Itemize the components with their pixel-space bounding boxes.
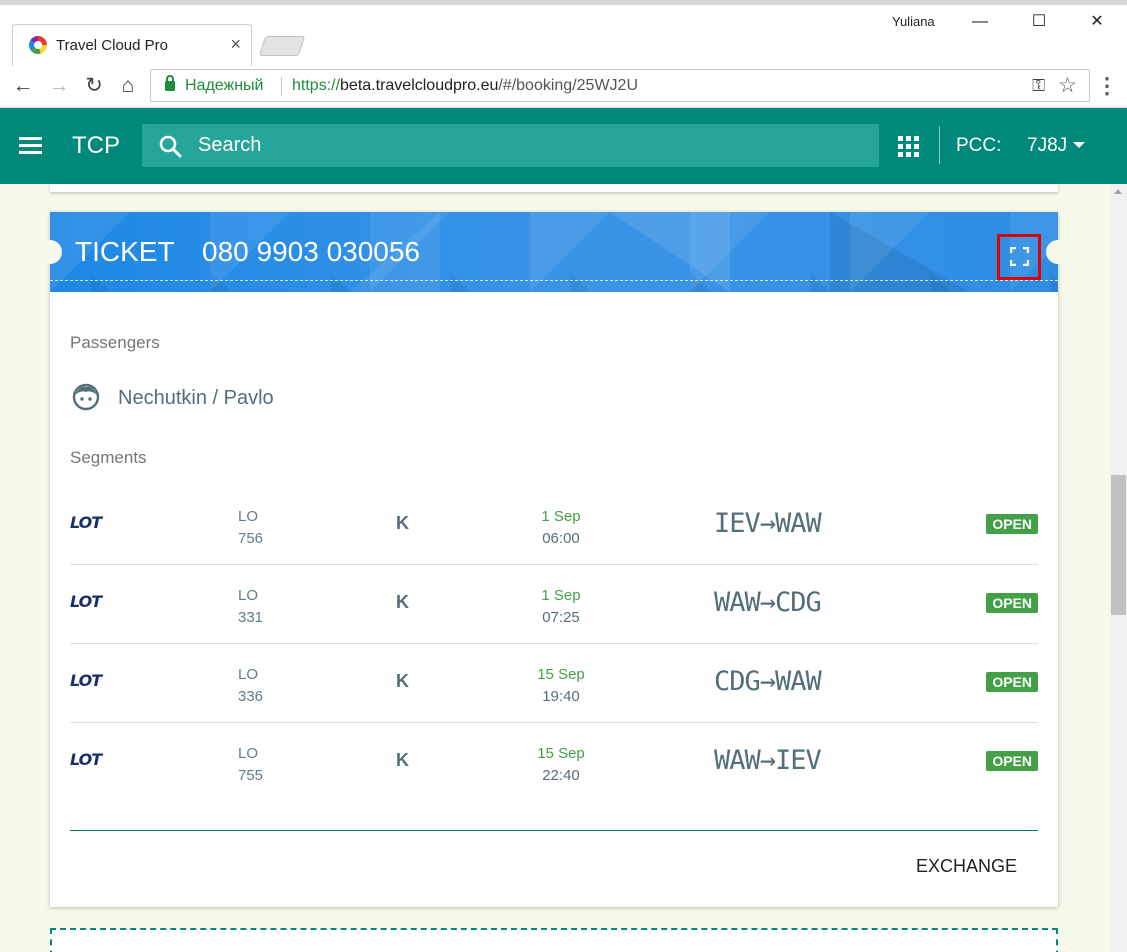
segment-route: IEV→WAW bbox=[714, 508, 822, 539]
ticket-notch-left bbox=[38, 240, 62, 264]
browser-toolbar: ← → ↻ ⌂ Надежный https://beta.travelclou… bbox=[0, 66, 1127, 108]
segment-flight: LO 331 bbox=[238, 585, 263, 629]
reload-icon[interactable]: ↻ bbox=[79, 71, 109, 101]
url-scheme: https:// bbox=[292, 77, 341, 94]
apps-grid-icon[interactable] bbox=[898, 136, 919, 157]
chevron-down-icon[interactable] bbox=[1073, 142, 1085, 148]
segment-status-badge: OPEN bbox=[986, 593, 1038, 613]
menu-icon[interactable] bbox=[19, 137, 42, 155]
segment-carrier-code: LO bbox=[238, 508, 259, 525]
lot-airline-logo: LOT bbox=[70, 750, 102, 769]
scroll-up-arrow-icon[interactable] bbox=[1114, 189, 1122, 194]
other-tabs-strip bbox=[0, 0, 1127, 5]
next-card-placeholder[interactable] bbox=[50, 928, 1058, 952]
segment-flight-number: 336 bbox=[238, 688, 264, 705]
segment-status-badge: OPEN bbox=[986, 514, 1038, 534]
segment-flight: LO 755 bbox=[238, 743, 263, 787]
browser-tabstrip: Travel Cloud Pro × Yuliana — ☐ ✕ bbox=[0, 0, 1127, 66]
url-text[interactable]: https://beta.travelcloudpro.eu/#/booking… bbox=[292, 77, 638, 95]
window-close-icon[interactable]: ✕ bbox=[1077, 8, 1117, 36]
scroll-thumb[interactable] bbox=[1111, 475, 1126, 615]
segment-flight-number: 755 bbox=[238, 767, 264, 784]
pcc-label: PCC: bbox=[956, 135, 1002, 156]
segment-time: 06:00 bbox=[542, 530, 580, 547]
ticket-header: TICKET 080 9903 030056 bbox=[50, 212, 1058, 292]
key-icon[interactable]: ⚿ bbox=[1032, 76, 1045, 96]
ticket-label: TICKET bbox=[75, 236, 175, 267]
segment-row[interactable]: LOT LO 756 K 1 Sep 06:00 IEV→WAW OPEN bbox=[70, 486, 1038, 565]
segment-route: WAW→CDG bbox=[714, 587, 822, 618]
card-divider bbox=[70, 830, 1038, 831]
address-bar[interactable]: Надежный https://beta.travelcloudpro.eu/… bbox=[150, 69, 1090, 102]
tab-title: Travel Cloud Pro bbox=[56, 37, 168, 54]
app-header: TCP Search PCC: 7J8J bbox=[0, 108, 1127, 184]
lot-airline-logo: LOT bbox=[70, 592, 102, 611]
secure-label: Надежный bbox=[185, 77, 264, 94]
segment-date: 15 Sep bbox=[537, 745, 585, 762]
segment-row[interactable]: LOT LO 336 K 15 Sep 19:40 CDG→WAW OPEN bbox=[70, 644, 1038, 723]
omnibox-divider bbox=[281, 77, 282, 96]
segment-time: 07:25 bbox=[542, 609, 580, 626]
segment-booking-class: K bbox=[396, 513, 409, 533]
minimize-icon[interactable]: — bbox=[960, 8, 1000, 36]
app-title[interactable]: TCP bbox=[72, 132, 120, 160]
ticket-notch-right bbox=[1046, 240, 1070, 264]
segment-booking-class: K bbox=[396, 750, 409, 770]
browser-user-name[interactable]: Yuliana bbox=[892, 14, 935, 29]
ticket-perforation bbox=[50, 280, 1058, 281]
header-divider bbox=[939, 126, 940, 164]
segment-carrier-code: LO bbox=[238, 666, 259, 683]
segment-flight: LO 756 bbox=[238, 506, 263, 550]
favicon-icon bbox=[29, 36, 47, 54]
segment-date: 15 Sep bbox=[537, 666, 585, 683]
url-path: /#/booking/25WJ2U bbox=[498, 77, 638, 94]
search-placeholder: Search bbox=[198, 134, 262, 156]
segment-status-badge: OPEN bbox=[986, 751, 1038, 771]
search-input[interactable]: Search bbox=[142, 124, 879, 167]
browser-menu-icon[interactable]: ⋮ bbox=[1096, 72, 1118, 102]
segment-status-badge: OPEN bbox=[986, 672, 1038, 692]
page-scrollbar[interactable] bbox=[1110, 184, 1127, 952]
fullscreen-icon bbox=[1010, 247, 1029, 266]
exchange-button[interactable]: EXCHANGE bbox=[916, 856, 1017, 877]
segment-date: 1 Sep bbox=[541, 587, 581, 604]
fullscreen-button[interactable] bbox=[997, 234, 1041, 280]
lock-icon bbox=[165, 75, 175, 91]
segment-carrier-code: LO bbox=[238, 745, 259, 762]
browser-tab-active[interactable]: Travel Cloud Pro × bbox=[12, 24, 252, 66]
passenger-avatar-icon bbox=[72, 383, 100, 411]
segment-route: CDG→WAW bbox=[714, 666, 822, 697]
segment-date: 1 Sep bbox=[541, 508, 581, 525]
passengers-label: Passengers bbox=[70, 333, 160, 352]
pcc-selector[interactable]: 7J8J bbox=[1027, 135, 1067, 157]
segment-flight: LO 336 bbox=[238, 664, 263, 708]
lot-airline-logo: LOT bbox=[70, 671, 102, 690]
segment-row[interactable]: LOT LO 755 K 15 Sep 22:40 WAW→IEV OPEN bbox=[70, 723, 1038, 802]
tab-close-icon[interactable]: × bbox=[230, 34, 241, 54]
ticket-card: TICKET 080 9903 030056 Passengers Nechut… bbox=[38, 212, 1070, 907]
segment-booking-class: K bbox=[396, 671, 409, 691]
passenger-name[interactable]: Nechutkin / Pavlo bbox=[118, 387, 274, 410]
previous-card bbox=[50, 184, 1058, 192]
bookmark-star-icon[interactable]: ☆ bbox=[1058, 73, 1077, 98]
search-icon bbox=[159, 135, 182, 158]
home-icon[interactable]: ⌂ bbox=[113, 71, 143, 101]
segment-carrier-code: LO bbox=[238, 587, 259, 604]
maximize-icon[interactable]: ☐ bbox=[1019, 8, 1059, 36]
back-arrow-icon[interactable]: ← bbox=[8, 71, 38, 101]
ticket-number: 080 9903 030056 bbox=[202, 236, 420, 267]
segment-time: 22:40 bbox=[542, 767, 580, 784]
segment-route: WAW→IEV bbox=[714, 745, 822, 776]
lot-airline-logo: LOT bbox=[70, 513, 102, 532]
new-tab-button[interactable] bbox=[258, 36, 306, 56]
segment-time: 19:40 bbox=[542, 688, 580, 705]
segments-label: Segments bbox=[70, 448, 147, 467]
segment-flight-number: 756 bbox=[238, 530, 264, 547]
segment-row[interactable]: LOT LO 331 K 1 Sep 07:25 WAW→CDG OPEN bbox=[70, 565, 1038, 644]
url-host: beta.travelcloudpro.eu bbox=[340, 77, 499, 94]
segment-booking-class: K bbox=[396, 592, 409, 612]
segment-flight-number: 331 bbox=[238, 609, 264, 626]
forward-arrow-icon[interactable]: → bbox=[44, 71, 74, 101]
